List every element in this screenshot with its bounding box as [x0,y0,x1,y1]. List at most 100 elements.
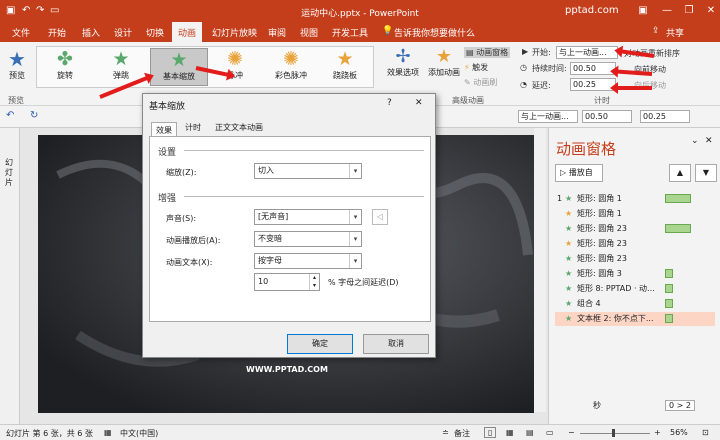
tab-timing[interactable]: 计时 [185,122,201,133]
brush-icon: ✎ [464,78,471,87]
zoom-thumb[interactable] [612,429,615,437]
share-icon[interactable]: ⇪ [652,26,660,36]
quick-duration-field[interactable]: 00.50 [582,110,632,123]
notes-button[interactable]: 备注 [454,428,470,439]
animate-text-select[interactable]: 按字母 ▾ [254,253,362,269]
animation-list-item[interactable]: 1 ★ 矩形: 圆角 1 [555,192,715,206]
tab-developer[interactable]: 开发工具 [332,26,368,39]
spell-icon[interactable]: ▦ [104,428,112,437]
tab-text-animation[interactable]: 正文文本动画 [215,122,263,133]
ok-button[interactable]: 确定 [287,334,353,354]
zoom-select[interactable]: 切入 ▾ [254,163,362,179]
slideshow-view-icon[interactable]: ▭ [546,428,554,437]
item-timeline-bar[interactable] [665,269,673,278]
quick-delay-field[interactable]: 00.25 [640,110,690,123]
sound-select[interactable]: [无声音] ▾ [254,209,362,225]
restore-icon[interactable]: ❐ [678,3,700,19]
item-timeline-bar[interactable] [665,194,691,203]
move-down-button[interactable]: ▼ [695,164,717,182]
sorter-view-icon[interactable]: ▦ [506,428,514,437]
item-timeline-bar[interactable] [665,224,691,233]
anim-rotate[interactable]: ✤ 旋转 [36,48,94,86]
pane-collapse-icon[interactable]: ⌄ [691,136,699,146]
timeline-zoom[interactable]: 0 > 2 [665,400,695,411]
tell-me-search[interactable]: 告诉我你想要做什么 [394,26,475,39]
tab-transitions[interactable]: 切换 [146,26,164,39]
after-animation-select[interactable]: 不变暗 ▾ [254,231,362,247]
annotation-arrow [616,86,652,90]
lightbulb-icon: 💡 [382,26,394,36]
delay-spinner[interactable]: 10 ▴ ▾ [254,273,320,291]
tab-review[interactable]: 审阅 [268,26,286,39]
language-label[interactable]: 中文(中国) [120,428,158,439]
cancel-button[interactable]: 取消 [363,334,429,354]
vertical-scrollbar[interactable] [534,128,546,412]
trigger-button[interactable]: ⚡ 触发 [464,62,488,73]
zoom-out-button[interactable]: − [568,428,575,437]
normal-view-icon[interactable]: ▯ [484,427,497,438]
undo-arrow-icon[interactable]: ↶ [6,110,14,121]
item-timeline-bar[interactable] [665,284,673,293]
share-button[interactable]: 共享 [666,26,684,39]
item-timeline-bar[interactable] [665,314,673,323]
play-from-button[interactable]: ▷ 播放自 [555,164,603,182]
animation-list-item[interactable]: ★ 矩形: 圆角 23 [555,222,715,236]
animation-list-item[interactable]: ★ 矩形: 圆角 3 [555,267,715,281]
preview-label: 预览 [9,71,25,80]
tab-home[interactable]: 开始 [48,26,66,39]
item-timeline-bar[interactable] [665,299,673,308]
animation-list-item[interactable]: ★ 矩形 8: PPTAD · 动... [555,282,715,296]
help-button[interactable]: ? [387,98,392,108]
play-icon: ▷ [560,168,567,177]
animation-list-item[interactable]: ★ 文本框 2: 你不点下... [555,312,715,326]
thumbnail-strip[interactable]: 幻灯片 [0,128,20,424]
animation-pane-button[interactable]: ▤ 动画窗格 [464,47,511,58]
start-field[interactable]: 与上一动画... [556,46,618,59]
tab-animations[interactable]: 动画 [172,22,203,42]
quick-start-field[interactable]: 与上一动画... [518,110,578,123]
ribbon-display-icon[interactable]: ▣ [632,3,654,19]
refresh-icon[interactable]: ↻ [30,110,38,121]
item-label: 矩形 8: PPTAD · 动... [577,284,655,293]
fit-icon[interactable]: ⊡ [702,428,709,437]
spinner-arrows-icon[interactable]: ▴ ▾ [309,274,319,290]
reading-view-icon[interactable]: ▤ [526,428,534,437]
move-up-button[interactable]: ▲ [669,164,691,182]
delay-suffix: % 字母之间延迟(D) [328,278,399,287]
item-label: 文本框 2: 你不点下... [577,314,654,323]
item-star-icon: ★ [565,284,573,293]
speaker-icon[interactable]: ◁ [372,209,388,225]
teeter-icon: ★ [336,48,354,70]
tab-slideshow[interactable]: 幻灯片放映 [212,26,257,39]
group-preview-label: 预览 [8,96,24,105]
tab-insert[interactable]: 插入 [82,26,100,39]
anim-brush-button[interactable]: ✎ 动画刷 [464,77,497,88]
preview-button[interactable]: ★ 预览 [4,48,30,81]
tab-design[interactable]: 设计 [114,26,132,39]
pulse-icon: ✺ [227,48,243,70]
animation-list-item[interactable]: ★ 矩形: 圆角 23 [555,237,715,251]
zoom-level[interactable]: 56% [670,428,688,437]
sound-select-value: [无声音] [258,212,289,221]
dialog-close-icon[interactable]: ✕ [415,98,423,108]
animation-list-item[interactable]: ★ 组合 4 [555,297,715,311]
group-advanced-label: 高级动画 [452,96,484,105]
close-icon[interactable]: ✕ [700,3,720,19]
minimize-icon[interactable]: — [656,3,678,19]
pane-close-icon[interactable]: ✕ [705,136,713,146]
start-icon: ▶ [522,47,529,56]
anim-teeter[interactable]: ★ 跷跷板 [316,48,374,86]
effect-options-button[interactable]: ✢ 效果选项 [382,46,424,78]
animation-list-item[interactable]: ★ 矩形: 圆角 23 [555,252,715,266]
anim-color-pulse[interactable]: ✺ 彩色脉冲 [262,48,320,86]
item-label: 矩形: 圆角 1 [577,209,622,218]
add-animation-button[interactable]: ★ 添加动画 [426,46,462,78]
zoom-slider[interactable] [580,433,650,434]
animation-list-item[interactable]: ★ 矩形: 圆角 1 [555,207,715,221]
zoom-in-button[interactable]: + [654,428,661,437]
anim-pulse[interactable]: ✺脉冲 [206,48,264,86]
item-label: 矩形: 圆角 23 [577,254,627,263]
tab-view[interactable]: 视图 [300,26,318,39]
text-select-value: 按字母 [258,256,282,265]
tab-file[interactable]: 文件 [12,26,30,39]
